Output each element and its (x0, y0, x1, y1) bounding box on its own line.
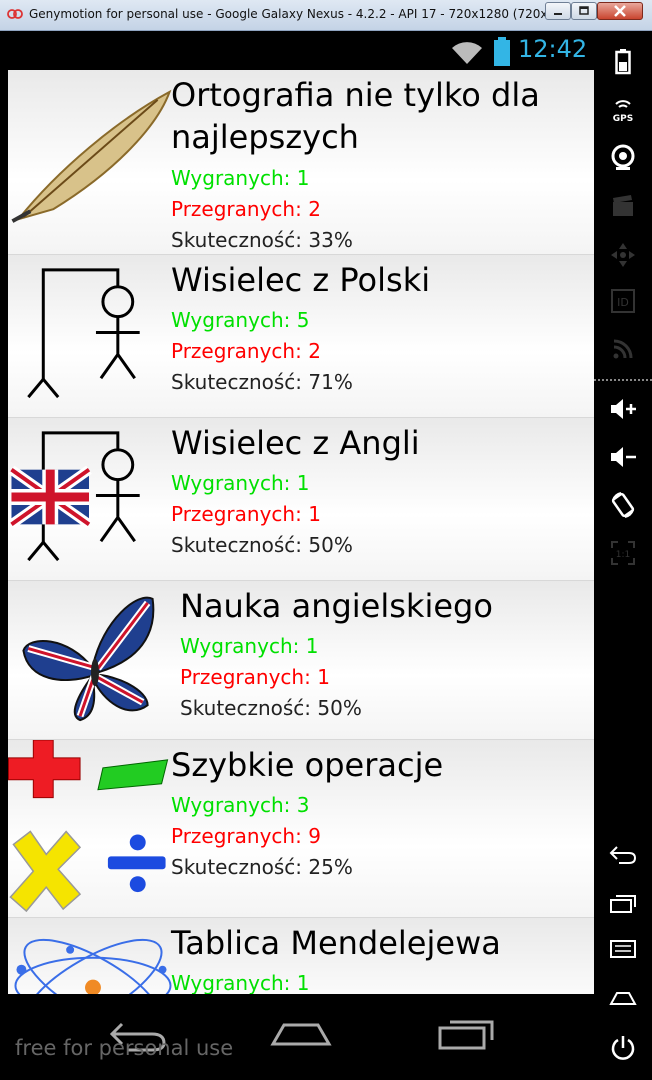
volume-down-icon[interactable] (594, 435, 652, 479)
list-item[interactable]: Wisielec z Polski Wygranych: 5 Przegrany… (8, 255, 594, 418)
quill-icon (11, 89, 172, 223)
maximize-button[interactable] (571, 2, 597, 20)
success-rate: Skuteczność: 25% (171, 855, 353, 879)
success-rate: Skuteczność: 71% (171, 370, 353, 394)
wins-count: Wygranych: 5 (171, 308, 310, 332)
scale-icon[interactable]: 1:1 (594, 531, 652, 575)
svg-text:1:1: 1:1 (616, 550, 630, 560)
hangman-uk-flag-icon (8, 431, 140, 562)
rotate-icon[interactable] (594, 483, 652, 527)
list-item[interactable]: Ortografia nie tylko dla najlepszych Wyg… (8, 70, 594, 255)
battery-icon[interactable] (594, 40, 652, 84)
home-icon[interactable] (270, 1020, 332, 1048)
back-icon[interactable] (594, 833, 652, 877)
close-button[interactable] (597, 2, 643, 20)
recent-apps-icon[interactable] (594, 881, 652, 925)
battery-icon (494, 37, 510, 66)
gps-icon[interactable]: GPS (594, 87, 652, 131)
list-item[interactable]: Tablica Mendelejewa Wygranych: 1 (8, 918, 594, 994)
wins-count: Wygranych: 1 (180, 634, 319, 658)
toolbar-separator (594, 379, 652, 381)
game-title: Szybkie operacje (171, 746, 444, 784)
menu-icon[interactable] (594, 927, 652, 971)
uk-butterfly-icon (22, 596, 155, 722)
losses-count: Przegranych: 2 (171, 197, 321, 221)
status-clock: 12:42 (518, 35, 588, 63)
watermark: free for personal use (15, 1036, 234, 1060)
svg-text:ID: ID (617, 296, 629, 309)
minimize-button[interactable] (545, 2, 571, 20)
volume-up-icon[interactable] (594, 387, 652, 431)
success-rate: Skuteczność: 50% (180, 696, 362, 720)
losses-count: Przegranych: 1 (180, 665, 330, 689)
losses-count: Przegranych: 2 (171, 339, 321, 363)
window-frame (0, 31, 8, 1080)
webcam-icon[interactable] (594, 136, 652, 180)
wifi-icon (452, 42, 482, 64)
game-title-line-2: najlepszych (171, 118, 359, 156)
id-icon[interactable]: ID (594, 279, 652, 323)
list-item[interactable]: Wisielec z Angli Wygranych: 1 Przegranyc… (8, 418, 594, 581)
dpad-icon[interactable] (594, 233, 652, 277)
list-item[interactable]: Nauka angielskiego Wygranych: 1 Przegran… (8, 581, 594, 740)
wins-count: Wygranych: 1 (171, 166, 310, 190)
screencast-icon[interactable] (594, 184, 652, 228)
success-rate: Skuteczność: 33% (171, 228, 353, 252)
genymotion-app-icon (7, 9, 23, 19)
recent-apps-icon[interactable] (436, 1016, 498, 1050)
game-title: Wisielec z Angli (171, 424, 420, 462)
window-title-bar: Genymotion for personal use - Google Gal… (0, 0, 652, 31)
wins-count: Wygranych: 3 (171, 793, 310, 817)
hangman-icon (27, 268, 140, 399)
math-operators-icon (8, 740, 169, 913)
svg-text:GPS: GPS (613, 114, 633, 124)
rss-icon[interactable] (594, 327, 652, 371)
game-list[interactable]: Ortografia nie tylko dla najlepszych Wyg… (8, 70, 594, 994)
losses-count: Przegranych: 1 (171, 502, 321, 526)
home-icon[interactable] (594, 976, 652, 1020)
status-bar: 12:42 (8, 31, 594, 70)
game-title: Wisielec z Polski (171, 261, 431, 299)
success-rate: Skuteczność: 50% (171, 533, 353, 557)
wins-count: Wygranych: 1 (171, 971, 310, 994)
game-title: Tablica Mendelejewa (171, 924, 501, 962)
list-item[interactable]: Szybkie operacje Wygranych: 3 Przegranyc… (8, 740, 594, 918)
power-icon[interactable] (594, 1026, 652, 1070)
game-title: Nauka angielskiego (180, 587, 493, 625)
losses-count: Przegranych: 9 (171, 824, 321, 848)
wins-count: Wygranych: 1 (171, 471, 310, 495)
window-title: Genymotion for personal use - Google Gal… (29, 7, 613, 21)
atom-icon (14, 938, 172, 994)
game-title-line-1: Ortografia nie tylko dla (171, 76, 540, 114)
emulator-toolbar: GPS ID 1:1 (594, 31, 652, 1080)
